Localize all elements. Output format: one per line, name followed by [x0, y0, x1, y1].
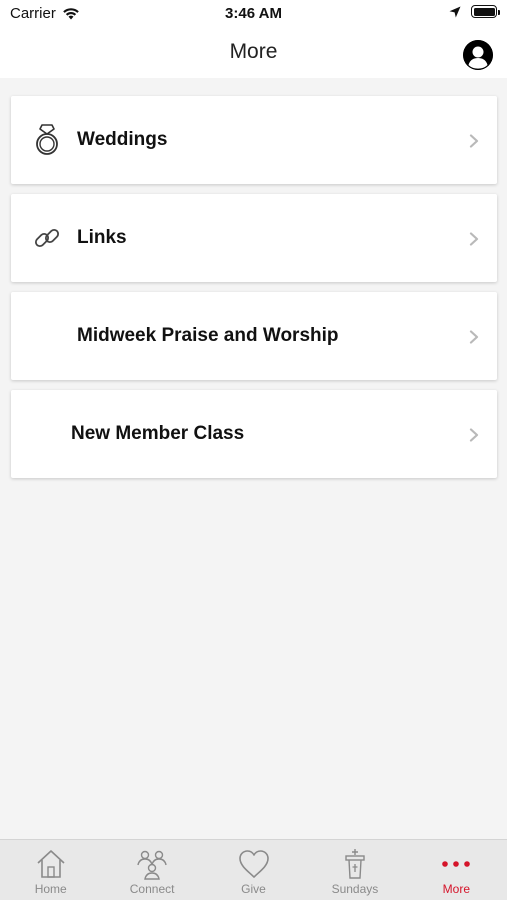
pulpit-icon [343, 848, 367, 880]
tab-more[interactable]: More [406, 840, 507, 900]
list-item-label: New Member Class [71, 423, 245, 444]
tab-label: Home [34, 882, 67, 896]
chevron-right-icon [469, 134, 479, 148]
page-title: More [229, 40, 278, 63]
list-item-links[interactable]: Links [11, 194, 497, 282]
list-item-new-member-class[interactable]: New Member Class [11, 390, 497, 478]
user-avatar-icon [463, 40, 493, 70]
tab-sundays[interactable]: Sundays [304, 840, 405, 900]
more-list: Weddings Links Midweek Praise and Worshi… [11, 96, 497, 488]
chevron-right-icon [469, 232, 479, 246]
list-item-midweek-praise[interactable]: Midweek Praise and Worship [11, 292, 497, 380]
list-item-label: Links [77, 227, 127, 248]
ring-icon [31, 122, 63, 158]
location-arrow-icon [449, 6, 461, 17]
profile-button[interactable] [463, 40, 493, 70]
link-icon [31, 220, 63, 256]
list-item-label: Weddings [77, 129, 168, 150]
more-dots-icon [440, 848, 472, 880]
people-icon [136, 848, 168, 880]
status-right [449, 5, 500, 18]
nav-bar: More [0, 28, 507, 78]
status-time: 3:46 AM [225, 5, 282, 22]
list-item-weddings[interactable]: Weddings [11, 96, 497, 184]
tab-connect[interactable]: Connect [101, 840, 202, 900]
list-item-label: Midweek Praise and Worship [77, 325, 339, 346]
heart-icon [238, 848, 270, 880]
tab-give[interactable]: Give [203, 840, 304, 900]
chevron-right-icon [469, 428, 479, 442]
chevron-right-icon [469, 330, 479, 344]
tab-label: Sundays [331, 882, 379, 896]
status-bar: Carrier 3:46 AM [0, 0, 507, 28]
tab-label: Give [241, 882, 266, 896]
battery-icon [471, 5, 500, 18]
tab-label: More [442, 882, 470, 896]
home-icon [35, 848, 67, 880]
tab-bar: Home Connect Give Sundays More [0, 839, 507, 900]
tab-home[interactable]: Home [0, 840, 101, 900]
tab-label: Connect [129, 882, 175, 896]
